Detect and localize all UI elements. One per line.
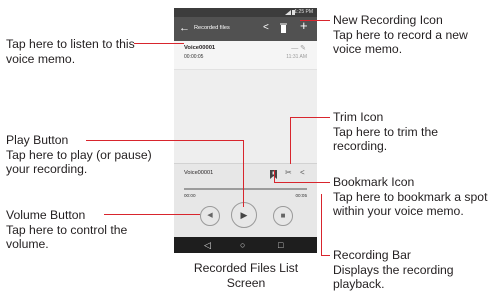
callout-trim: Trim Icon Tap here to trim the recording… [333, 110, 489, 154]
callout-trim-title: Trim Icon [333, 110, 384, 124]
speaker-icon: ◀ [207, 212, 213, 219]
back-arrow-icon[interactable]: ← [179, 21, 190, 35]
player-panel: Voice00001 ✂ < 00:00 00:05 ◀ ▶ ■ [174, 163, 317, 238]
callout-new-recording: New Recording Icon Tap here to record a … [333, 13, 489, 57]
leader-line-new-recording [300, 20, 330, 21]
navigation-bar: ◁ ○ □ [174, 237, 317, 253]
recording-list-item[interactable]: Voice00001 00:00:05 — ✎ 11:31 AM [174, 41, 317, 70]
callout-new-recording-desc: Tap here to record a new voice memo. [333, 27, 468, 57]
callout-play-desc: Tap here to play (or pause) your recordi… [6, 147, 152, 177]
edit-pencil-icon[interactable]: — ✎ [291, 44, 306, 52]
callout-bookmark-desc: Tap here to bookmark a spot within your … [333, 189, 488, 219]
screen-caption: Recorded Files List Screen [193, 261, 299, 290]
callout-volume-title: Volume Button [6, 208, 86, 222]
callout-recording-bar: Recording Bar Displays the recording pla… [333, 248, 489, 292]
callout-listen-text: Tap here to listen to this voice memo. [6, 37, 135, 66]
leader-line-bookmark-vertical [274, 170, 275, 182]
player-file-name: Voice00001 [184, 170, 214, 176]
leader-line-play-vertical [243, 140, 244, 207]
callout-recording-bar-desc: Displays the recording playback. [333, 262, 454, 292]
play-button[interactable]: ▶ [231, 202, 257, 228]
back-triangle-icon[interactable]: ◁ [204, 239, 211, 251]
share-icon[interactable]: < [263, 22, 269, 34]
elapsed-time: 00:00 [184, 193, 196, 198]
phone-screen: 1:25 PM ← Recorded files < + Voice00001 … [174, 8, 317, 253]
callout-trim-desc: Tap here to trim the recording. [333, 124, 438, 154]
play-icon: ▶ [240, 210, 248, 220]
leader-line-listen [134, 43, 184, 44]
list-item-name: Voice00001 [184, 45, 216, 51]
callout-bookmark: Bookmark Icon Tap here to bookmark a spo… [333, 175, 489, 219]
callout-listen: Tap here to listen to this voice memo. [6, 37, 166, 66]
stop-button[interactable]: ■ [273, 206, 293, 226]
list-item-time: 11:31 AM [286, 54, 307, 60]
home-circle-icon[interactable]: ○ [240, 239, 245, 251]
leader-line-recording-bar-vertical [321, 194, 322, 255]
total-time: 00:05 [295, 193, 308, 198]
recents-square-icon[interactable]: □ [278, 239, 283, 251]
list-item-duration: 00:00:05 [184, 54, 204, 60]
leader-line-bookmark [274, 182, 330, 183]
leader-line-recording-bar [321, 255, 330, 256]
app-title: Recorded files [194, 25, 230, 31]
share-icon[interactable]: < [300, 168, 305, 178]
callout-bookmark-title: Bookmark Icon [333, 175, 415, 189]
leader-line-play [86, 140, 243, 141]
app-bar: ← Recorded files < + [174, 17, 317, 41]
trim-scissors-icon[interactable]: ✂ [285, 168, 292, 178]
leader-line-trim-vertical [290, 117, 291, 164]
status-bar: 1:25 PM [174, 8, 317, 17]
status-time: 1:25 PM [294, 9, 313, 15]
recording-bar[interactable] [184, 188, 307, 190]
volume-button[interactable]: ◀ [200, 206, 220, 226]
stop-icon: ■ [280, 211, 286, 220]
callout-recording-bar-title: Recording Bar [333, 248, 411, 262]
delete-icon[interactable] [280, 23, 287, 33]
new-recording-icon[interactable]: + [300, 19, 308, 32]
leader-line-trim [290, 117, 330, 118]
callout-volume-desc: Tap here to control the volume. [6, 222, 128, 252]
callout-new-recording-title: New Recording Icon [333, 13, 443, 27]
leader-line-volume [104, 214, 200, 215]
